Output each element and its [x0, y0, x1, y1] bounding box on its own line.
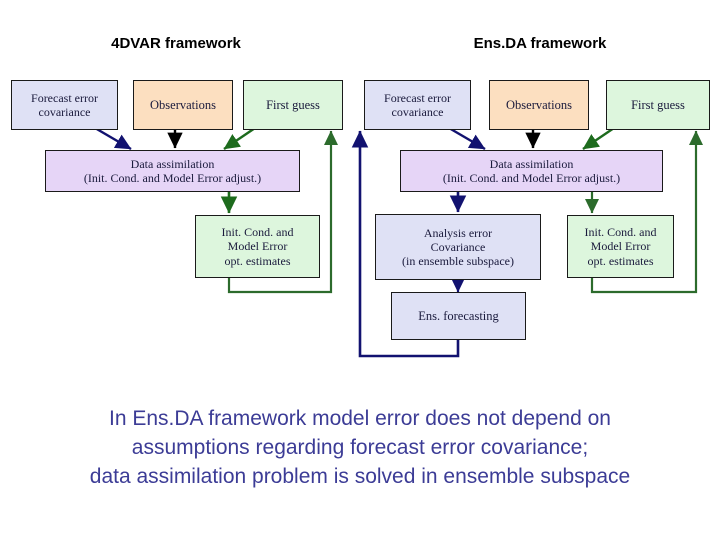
- panel-title-4dvar: 4DVAR framework: [111, 35, 241, 52]
- node-right-analysis-error-covariance-label: Analysis error Covariance (in ensemble sub…: [402, 225, 514, 269]
- caption-line-1: In Ens.DA framework model error does not…: [109, 407, 611, 430]
- panel-title-ensda: Ens.DA framework: [473, 35, 607, 52]
- node-right-data-assimilation: Data assimilation (Init. Cond. and Model …: [400, 150, 663, 192]
- node-right-forecast-error-covariance: Forecast error covariance: [364, 80, 471, 130]
- node-right-opt-estimates: Init. Cond. and Model Error opt. estimates: [567, 215, 674, 278]
- node-right-observations-label: Observations: [506, 97, 572, 112]
- node-left-observations-label: Observations: [150, 97, 216, 112]
- arrow-left-covariance-to-da: [94, 126, 132, 151]
- node-left-forecast-error-covariance: Forecast error covariance: [11, 80, 118, 130]
- arrow-left-first-guess-to-da: [223, 127, 256, 150]
- node-right-data-assimilation-label: Data assimilation (Init. Cond. and Model …: [442, 156, 621, 185]
- node-left-first-guess-label: First guess: [266, 97, 320, 112]
- node-right-analysis-error-covariance: Analysis error Covariance (in ensemble sub…: [375, 214, 541, 280]
- caption-line-3: data assimilation problem is solved in e…: [89, 465, 631, 488]
- node-right-first-guess: First guess: [606, 80, 710, 130]
- caption-line-2: assumptions regarding forecast error cov…: [131, 436, 589, 459]
- node-right-first-guess-label: First guess: [631, 97, 685, 112]
- node-left-forecast-error-covariance-label: Forecast error covariance: [31, 90, 98, 119]
- node-left-opt-estimates-label: Init. Cond. and Model Error opt. estimates: [221, 225, 294, 268]
- node-right-opt-estimates-label: Init. Cond. and Model Error opt. estimates: [584, 225, 657, 268]
- node-left-observations: Observations: [133, 80, 233, 130]
- node-left-data-assimilation: Data assimilation (Init. Cond. and Model …: [45, 150, 300, 192]
- node-right-observations: Observations: [489, 80, 589, 130]
- slide-canvas: 4DVAR framework Ens.DA framework Forecas…: [0, 0, 720, 540]
- node-left-opt-estimates: Init. Cond. and Model Error opt. estimates: [195, 215, 320, 278]
- node-right-ens-forecasting: Ens. forecasting: [391, 292, 526, 340]
- node-right-ens-forecasting-label: Ens. forecasting: [418, 308, 499, 323]
- node-left-first-guess: First guess: [243, 80, 343, 130]
- node-left-data-assimilation-label: Data assimilation (Init. Cond. and Model …: [83, 156, 262, 185]
- arrow-right-first-guess-to-da: [582, 127, 615, 150]
- node-right-forecast-error-covariance-label: Forecast error covariance: [384, 90, 451, 119]
- arrow-right-covariance-to-da: [448, 126, 486, 151]
